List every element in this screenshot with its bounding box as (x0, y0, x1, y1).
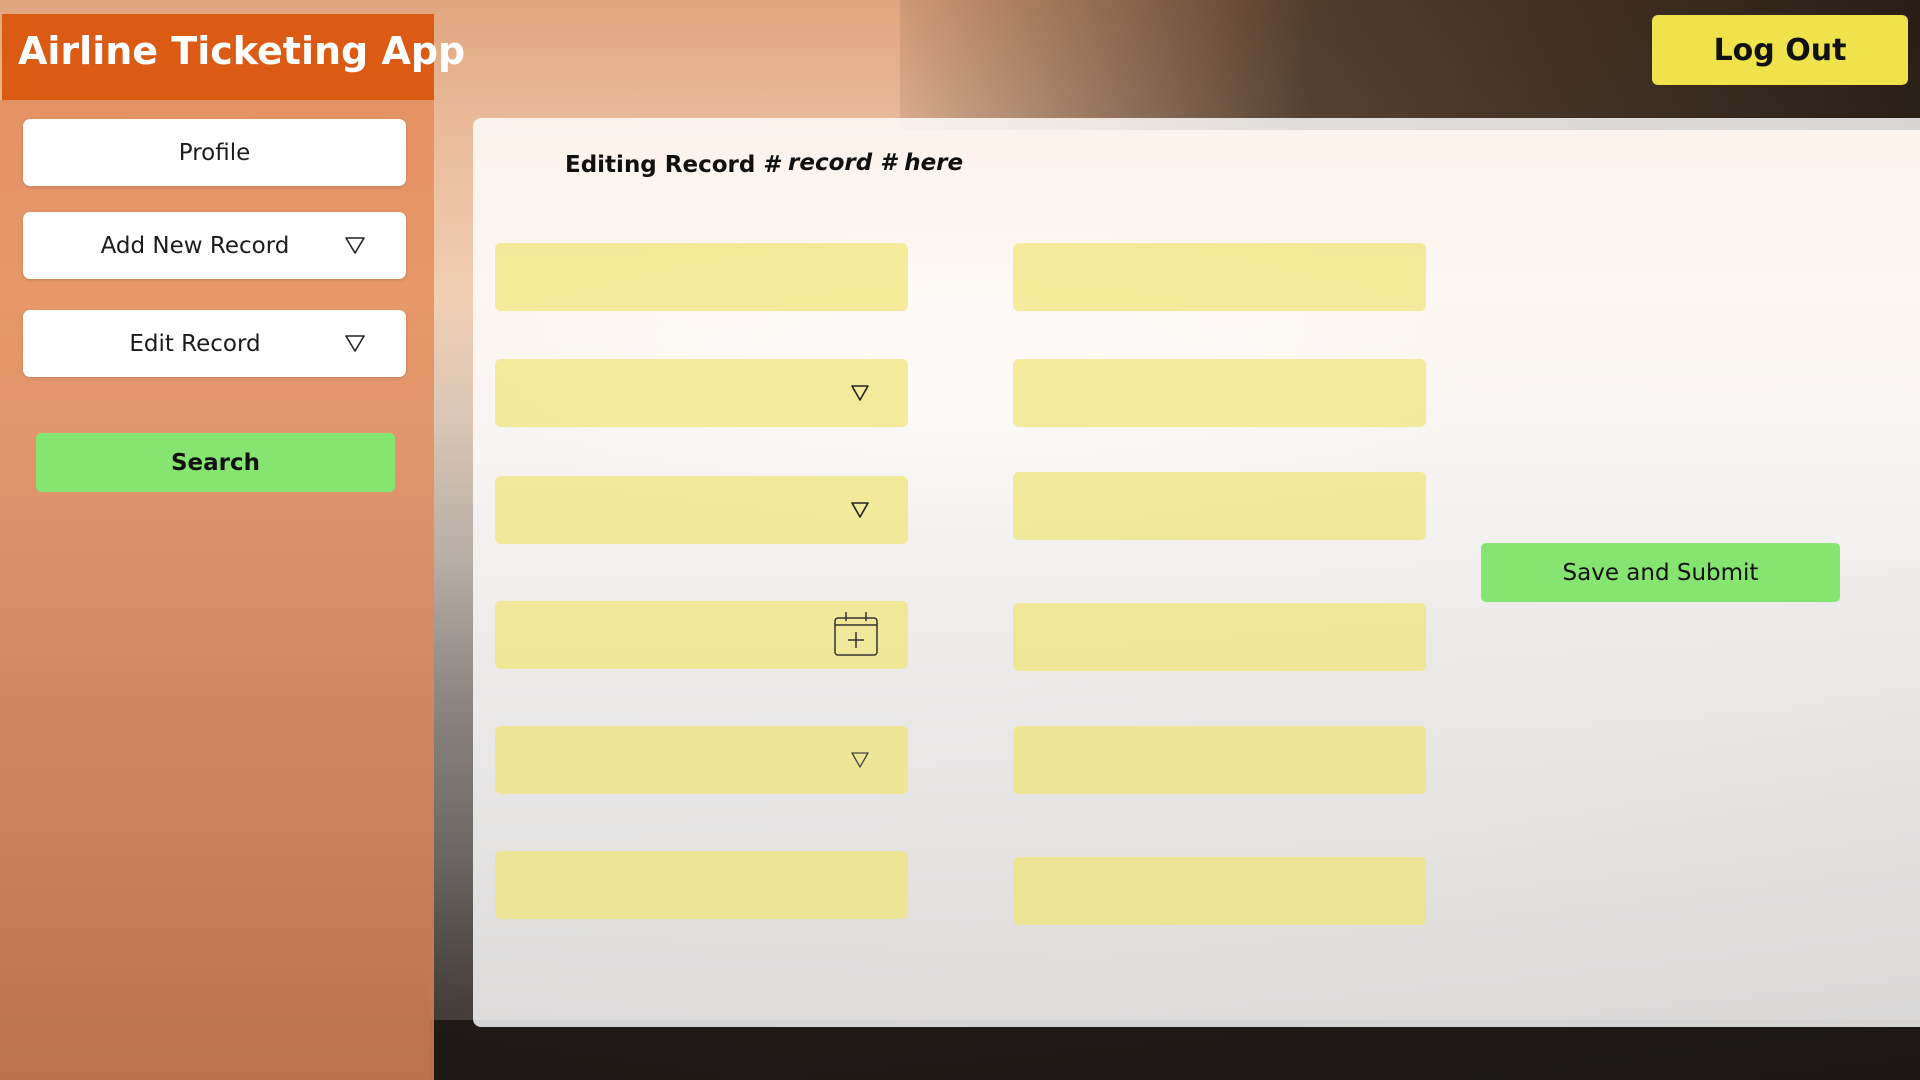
background-bottom (430, 1020, 1920, 1080)
app-title: Airline Ticketing App (2, 14, 465, 100)
record-field-right-1[interactable] (1013, 243, 1426, 311)
chevron-down-icon (851, 752, 869, 768)
record-field-right-4[interactable] (1013, 603, 1426, 671)
record-field-right-3[interactable] (1013, 472, 1426, 540)
calendar-add-icon[interactable] (832, 610, 880, 658)
record-select-left-3[interactable] (495, 476, 908, 544)
record-date-field-left-4[interactable] (495, 601, 908, 669)
sidebar-item-label: Add New Record (100, 232, 290, 259)
record-field-left-6[interactable] (495, 851, 908, 919)
logout-button[interactable]: Log Out (1652, 15, 1908, 85)
record-field-left-1[interactable] (495, 243, 908, 311)
chevron-down-icon (851, 385, 869, 401)
search-button[interactable]: Search (36, 433, 395, 492)
record-field-right-2[interactable] (1013, 359, 1426, 427)
sidebar-item-profile[interactable]: Profile (23, 119, 406, 186)
record-field-right-6[interactable] (1013, 857, 1426, 925)
chevron-down-icon (345, 237, 365, 254)
record-select-left-5[interactable] (495, 726, 908, 794)
chevron-down-icon (851, 502, 869, 518)
record-number: record # here (788, 150, 964, 176)
sidebar-item-add-new-record[interactable]: Add New Record (23, 212, 406, 279)
sidebar-item-label: Profile (178, 139, 251, 166)
save-and-submit-button[interactable]: Save and Submit (1481, 543, 1840, 602)
record-select-left-2[interactable] (495, 359, 908, 427)
record-field-right-5[interactable] (1013, 726, 1426, 794)
sidebar: Profile Add New Record Edit Record (0, 100, 434, 1080)
editing-record-label: Editing Record # (565, 152, 783, 178)
sidebar-item-edit-record[interactable]: Edit Record (23, 310, 406, 377)
chevron-down-icon (345, 335, 365, 352)
sidebar-item-label: Edit Record (129, 330, 261, 357)
